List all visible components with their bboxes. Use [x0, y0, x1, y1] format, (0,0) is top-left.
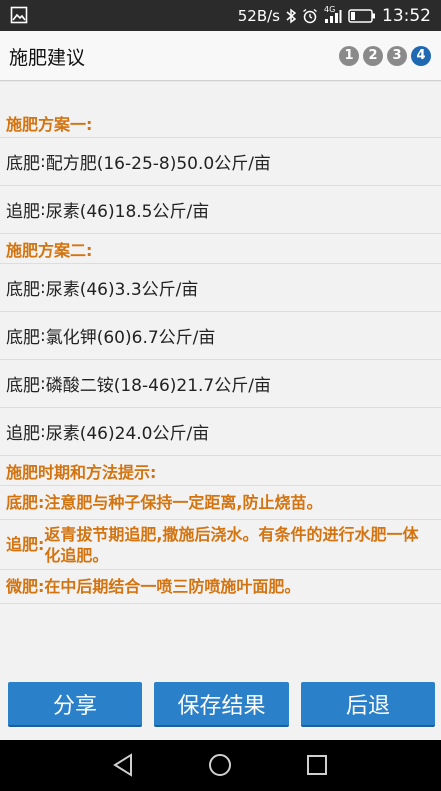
plan2-row: 底肥: 尿素(46)3.3公斤/亩: [0, 264, 441, 312]
signal-4g-icon: 4G: [324, 4, 342, 24]
battery-icon: [348, 8, 376, 23]
step-1: 1: [339, 46, 359, 66]
system-nav-bar: [0, 740, 441, 791]
status-bar: 52B/s 4G 13:52: [0, 0, 441, 31]
plan1-row: 底肥: 配方肥(16-25-8)50.0公斤/亩: [0, 138, 441, 186]
step-4-active: 4: [411, 46, 431, 66]
title-bar: 施肥建议 1 2 3 4: [0, 31, 441, 81]
fert-value: 氯化钾(60)6.7公斤/亩: [45, 328, 216, 348]
fert-label: 底肥: [6, 376, 40, 396]
gallery-notification-icon: [10, 6, 28, 24]
fert-value: 配方肥(16-25-8)50.0公斤/亩: [45, 154, 271, 174]
tip-text: 在中后期结合一喷三防喷施叶面肥。: [44, 577, 301, 596]
network-type: 4G: [324, 4, 336, 14]
results-content[interactable]: 施肥方案一: 底肥: 配方肥(16-25-8)50.0公斤/亩 追肥: 尿素(46)…: [0, 82, 441, 677]
tips-title: 施肥时期和方法提示:: [0, 456, 441, 486]
tip-text: 注意肥与种子保持一定距离,防止烧苗。: [44, 493, 323, 512]
tip-row: 微肥: 在中后期结合一喷三防喷施叶面肥。: [0, 570, 441, 604]
tip-text: 返青拔节期追肥,撒施后浇水。有条件的进行水肥一体化追肥。: [44, 524, 419, 565]
tip-label: 追肥:: [6, 535, 45, 554]
share-button[interactable]: 分享: [8, 682, 142, 727]
tip-label: 底肥:: [6, 493, 45, 512]
step-indicator: 1 2 3 4: [339, 46, 431, 66]
bluetooth-icon: [286, 8, 296, 24]
action-bar: 分享 保存结果 后退: [0, 677, 441, 740]
plan2-row: 底肥: 氯化钾(60)6.7公斤/亩: [0, 312, 441, 360]
tip-row: 追肥: 返青拔节期追肥,撒施后浇水。有条件的进行水肥一体化追肥。: [0, 520, 441, 570]
save-result-button[interactable]: 保存结果: [154, 682, 289, 727]
fert-label: 追肥: [6, 202, 40, 222]
fert-label: 底肥: [6, 280, 40, 300]
step-3: 3: [387, 46, 407, 66]
tip-row: 底肥: 注意肥与种子保持一定距离,防止烧苗。: [0, 486, 441, 520]
plan2-row: 底肥: 磷酸二铵(18-46)21.7公斤/亩: [0, 360, 441, 408]
fert-value: 尿素(46)3.3公斤/亩: [45, 280, 199, 300]
plan1-row: 追肥: 尿素(46)18.5公斤/亩: [0, 186, 441, 234]
network-speed: 52B/s: [237, 6, 280, 25]
fert-value: 尿素(46)24.0公斤/亩: [45, 424, 210, 444]
step-2: 2: [363, 46, 383, 66]
nav-home-icon[interactable]: [207, 752, 233, 782]
page-title: 施肥建议: [9, 47, 86, 69]
clock: 13:52: [382, 5, 431, 26]
plan1-title: 施肥方案一:: [0, 108, 441, 138]
fert-label: 底肥: [6, 328, 40, 348]
alarm-icon: [302, 8, 318, 24]
nav-back-icon[interactable]: [111, 752, 135, 782]
plan2-row: 追肥: 尿素(46)24.0公斤/亩: [0, 408, 441, 456]
fert-value: 磷酸二铵(18-46)21.7公斤/亩: [45, 376, 271, 396]
plan2-title: 施肥方案二:: [0, 234, 441, 264]
fert-label: 追肥: [6, 424, 40, 444]
nav-recent-icon[interactable]: [305, 752, 329, 782]
tip-label: 微肥:: [6, 577, 45, 596]
fert-value: 尿素(46)18.5公斤/亩: [45, 202, 210, 222]
fert-label: 底肥: [6, 154, 40, 174]
back-button[interactable]: 后退: [301, 682, 435, 727]
